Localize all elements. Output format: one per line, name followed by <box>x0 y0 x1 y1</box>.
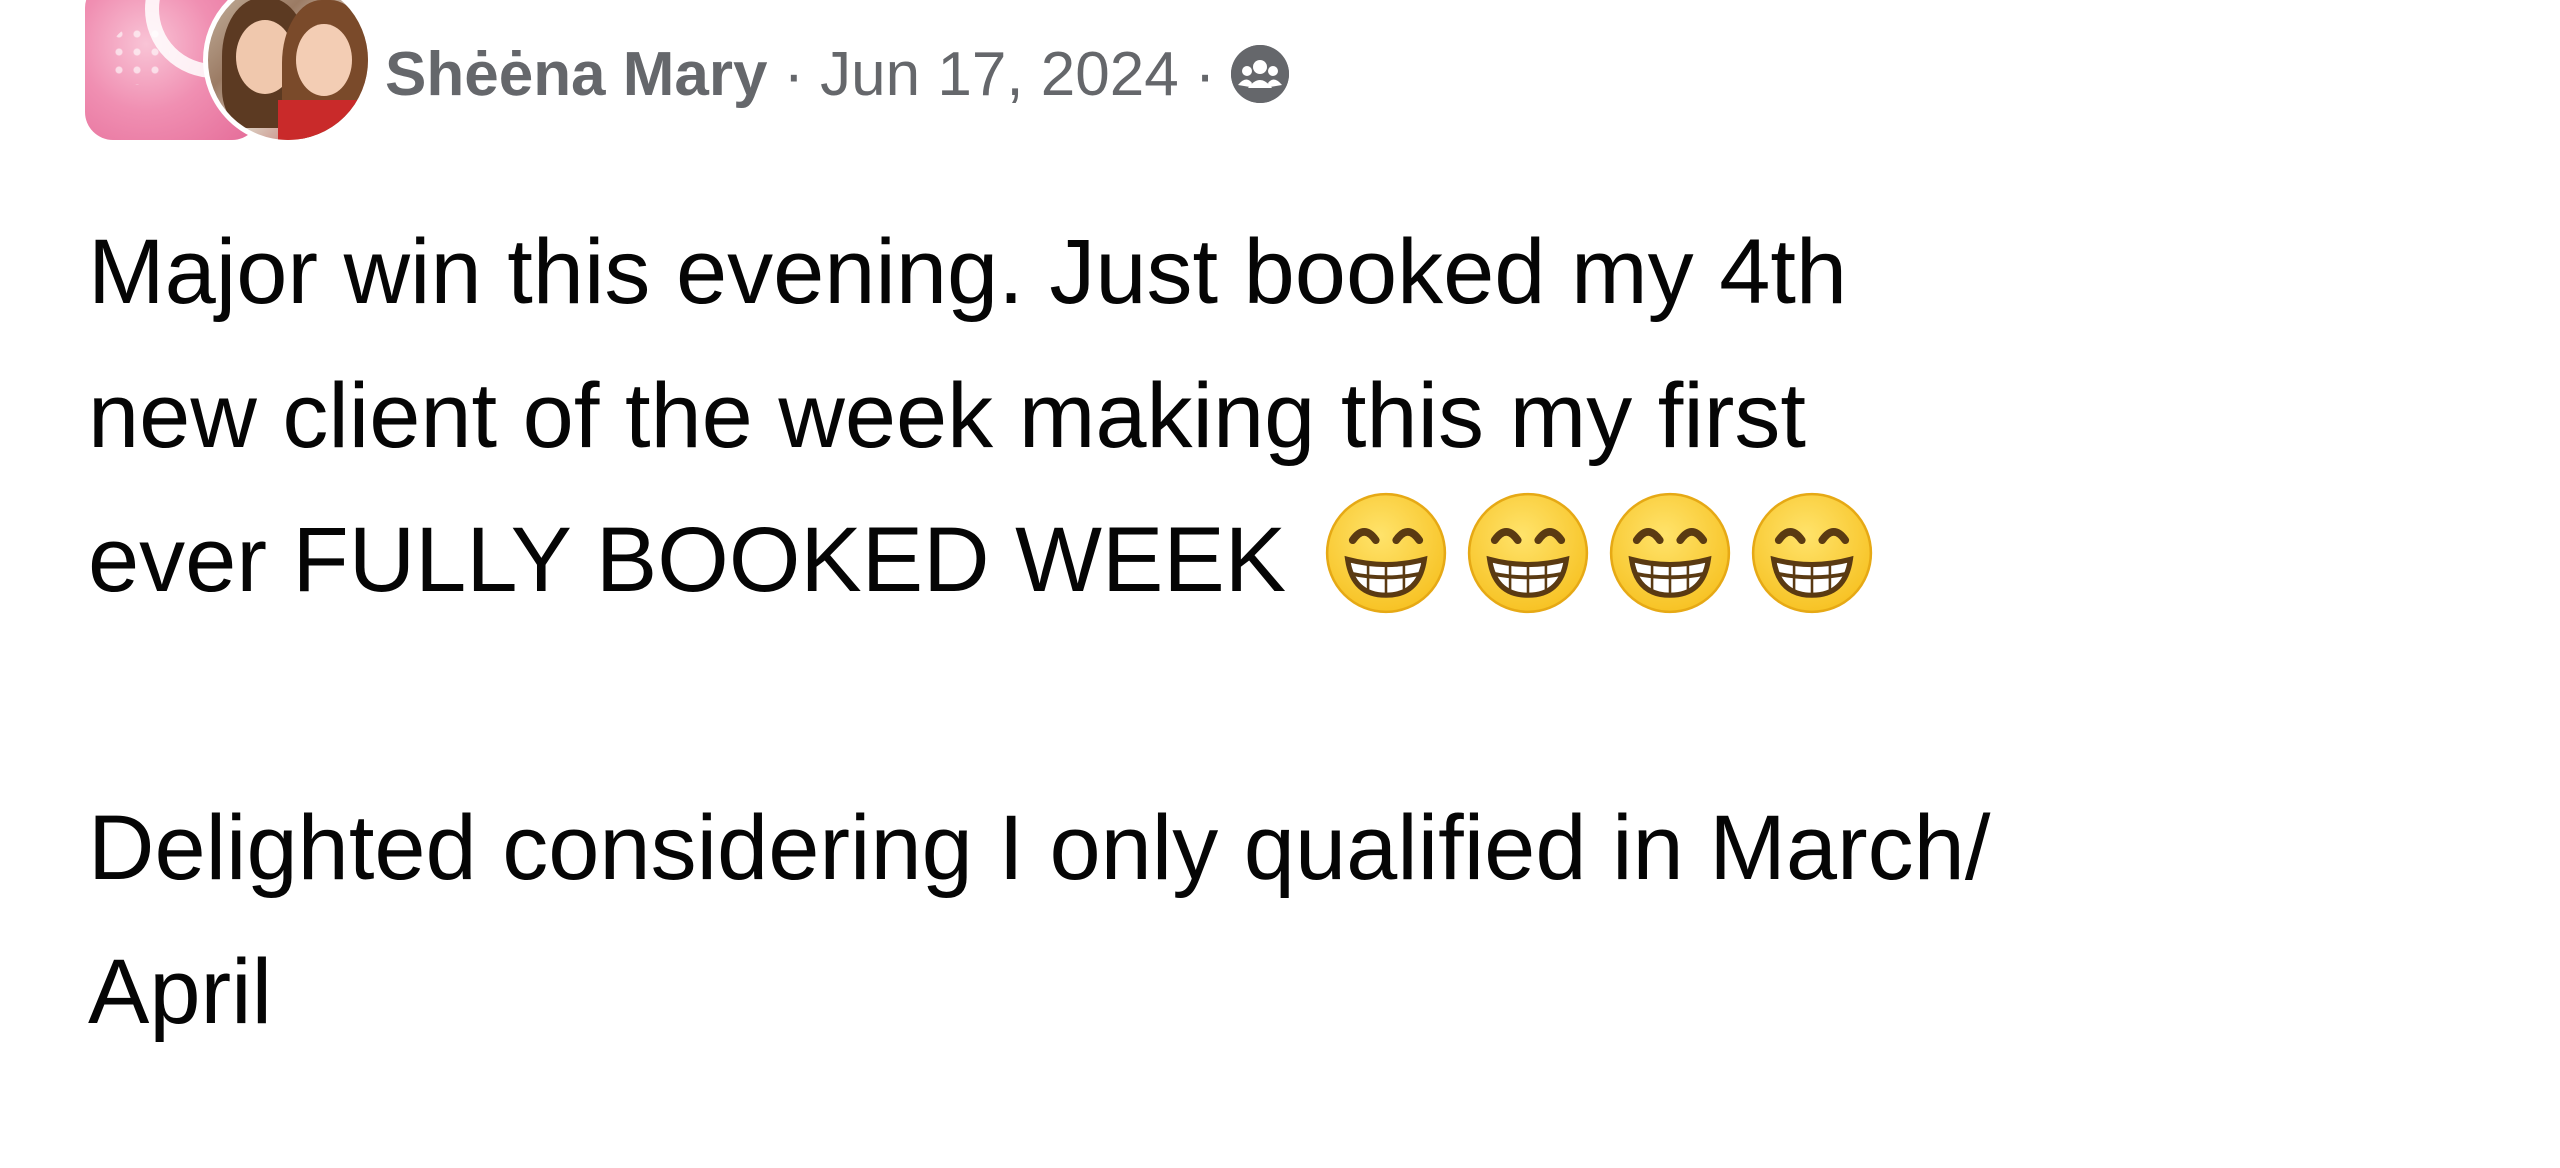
post-body-line: ever FULLY BOOKED WEEK <box>88 509 1287 611</box>
grinning-face-with-smiling-eyes-icon <box>1467 492 1588 614</box>
post-body: Major win this evening. Just booked my 4… <box>88 200 2508 1064</box>
post-body-line: Delighted considering I only qualified i… <box>88 797 1991 899</box>
meta-separator: · <box>783 39 805 109</box>
grinning-face-with-smiling-eyes-icon <box>1325 492 1446 614</box>
grinning-face-with-smiling-eyes-icon <box>1751 492 1872 614</box>
avatar-person-shirt <box>278 100 368 140</box>
grinning-face-with-smiling-eyes-icon <box>1609 492 1730 614</box>
meta-separator: · <box>1194 39 1216 109</box>
post-body-line-with-emoji: ever FULLY BOOKED WEEK <box>88 488 2508 632</box>
avatar-stack[interactable] <box>85 0 385 148</box>
post-body-line: Major win this evening. Just booked my 4… <box>88 221 1848 323</box>
post-body-line: April <box>88 941 273 1043</box>
post-body-line: new client of the week making this my fi… <box>88 365 1806 467</box>
post-card: Shėėna Mary · Jun 17, 2024 · Major win t… <box>0 0 2560 1168</box>
avatar-person-face <box>296 24 352 96</box>
author-name[interactable]: Shėėna Mary <box>385 39 768 110</box>
post-meta: Shėėna Mary · Jun 17, 2024 · <box>385 39 1290 110</box>
emoji-row <box>1312 492 1890 614</box>
post-header: Shėėna Mary · Jun 17, 2024 · <box>85 0 1290 148</box>
group-icon[interactable] <box>1231 45 1290 103</box>
post-timestamp[interactable]: Jun 17, 2024 <box>820 39 1179 110</box>
